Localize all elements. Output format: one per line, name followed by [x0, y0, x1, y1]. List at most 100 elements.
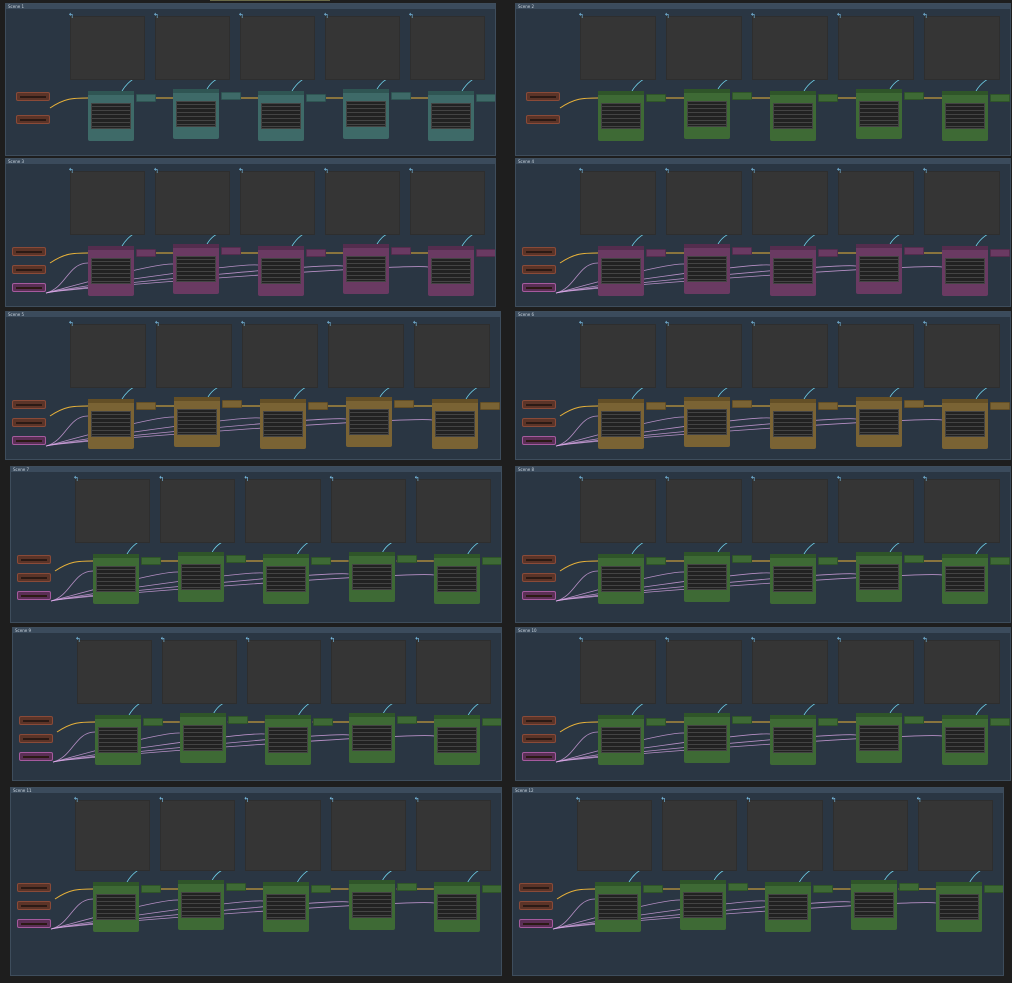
side-node[interactable]: [136, 94, 156, 102]
sampler-node[interactable]: [770, 399, 816, 449]
sampler-node[interactable]: [93, 554, 139, 604]
workflow-canvas[interactable]: Scene 1 ↰ ↰ ↰ ↰ ↰ Scene 2 ↰ ↰ ↰ ↰ ↰ Scene 3 ↰ ↰ ↰ ↰ ↰ Scen…: [0, 0, 1012, 983]
side-node[interactable]: [646, 402, 666, 410]
side-node[interactable]: [136, 249, 156, 257]
node-header[interactable]: [684, 713, 730, 717]
loader-node[interactable]: [12, 247, 46, 256]
sampler-node[interactable]: [684, 397, 730, 447]
node-header[interactable]: [942, 715, 988, 719]
side-node[interactable]: [476, 249, 495, 257]
node-header[interactable]: [684, 397, 730, 401]
sampler-node[interactable]: [346, 397, 392, 447]
workflow-group[interactable]: Scene 7 ↰ ↰ ↰ ↰ ↰: [10, 466, 502, 623]
node-header[interactable]: [856, 397, 902, 401]
loader-node[interactable]: [16, 115, 50, 124]
side-node[interactable]: [732, 400, 752, 408]
side-node[interactable]: [904, 92, 924, 100]
node-header[interactable]: [942, 554, 988, 558]
sampler-node[interactable]: [343, 89, 389, 139]
loader-node[interactable]: [17, 901, 51, 910]
sampler-node[interactable]: [88, 399, 134, 449]
side-node[interactable]: [476, 94, 495, 102]
node-header[interactable]: [263, 882, 310, 886]
workflow-group[interactable]: Scene 10 ↰ ↰ ↰ ↰ ↰: [515, 627, 1011, 781]
node-header[interactable]: [598, 246, 644, 250]
sampler-node[interactable]: [856, 89, 902, 139]
node-header[interactable]: [88, 399, 134, 403]
node-header[interactable]: [856, 89, 902, 93]
loader-node[interactable]: [522, 752, 556, 761]
node-header[interactable]: [432, 399, 478, 403]
node-header[interactable]: [770, 246, 816, 250]
sampler-node[interactable]: [348, 880, 395, 930]
side-node[interactable]: [306, 249, 326, 257]
node-header[interactable]: [343, 89, 389, 93]
sampler-node[interactable]: [856, 713, 902, 763]
side-node[interactable]: [646, 557, 666, 565]
loader-node[interactable]: [522, 555, 556, 564]
workflow-group[interactable]: Scene 2 ↰ ↰ ↰ ↰ ↰: [515, 3, 1011, 156]
side-node[interactable]: [990, 557, 1010, 565]
workflow-group[interactable]: Scene 3 ↰ ↰ ↰ ↰ ↰: [5, 158, 496, 307]
loader-node[interactable]: [522, 436, 556, 445]
node-header[interactable]: [88, 91, 134, 95]
sampler-node[interactable]: [343, 244, 389, 294]
side-node[interactable]: [221, 92, 241, 100]
node-header[interactable]: [173, 244, 219, 248]
side-node[interactable]: [480, 402, 500, 410]
node-header[interactable]: [770, 715, 816, 719]
sampler-node[interactable]: [173, 244, 219, 294]
node-header[interactable]: [680, 880, 727, 884]
loader-node[interactable]: [526, 115, 560, 124]
sampler-node[interactable]: [770, 715, 816, 765]
node-header[interactable]: [258, 91, 304, 95]
sampler-node[interactable]: [595, 882, 641, 932]
sampler-node[interactable]: [598, 91, 644, 141]
sampler-node[interactable]: [93, 882, 139, 932]
loader-node[interactable]: [522, 400, 556, 409]
loader-node[interactable]: [522, 716, 556, 725]
side-node[interactable]: [481, 557, 501, 565]
loader-node[interactable]: [17, 555, 51, 564]
sampler-node[interactable]: [433, 882, 480, 932]
side-node[interactable]: [904, 247, 924, 255]
side-node[interactable]: [983, 885, 1003, 893]
node-header[interactable]: [770, 399, 816, 403]
side-node[interactable]: [226, 555, 247, 563]
side-node[interactable]: [481, 885, 501, 893]
side-node[interactable]: [904, 400, 924, 408]
side-node[interactable]: [221, 247, 241, 255]
sampler-node[interactable]: [684, 244, 730, 294]
node-header[interactable]: [770, 554, 816, 558]
node-header[interactable]: [684, 552, 730, 556]
side-node[interactable]: [306, 94, 326, 102]
side-node[interactable]: [646, 94, 666, 102]
workflow-group[interactable]: Scene 9 ↰ ↰ ↰ ↰ ↰: [12, 627, 502, 781]
node-header[interactable]: [433, 882, 480, 886]
node-header[interactable]: [684, 89, 730, 93]
side-node[interactable]: [732, 247, 752, 255]
node-header[interactable]: [770, 91, 816, 95]
loader-node[interactable]: [12, 436, 46, 445]
side-node[interactable]: [143, 718, 163, 726]
side-node[interactable]: [818, 557, 838, 565]
node-header[interactable]: [856, 552, 902, 556]
node-header[interactable]: [598, 399, 644, 403]
node-header[interactable]: [428, 246, 474, 250]
sampler-node[interactable]: [598, 715, 644, 765]
sampler-node[interactable]: [770, 246, 816, 296]
sampler-node[interactable]: [428, 246, 474, 296]
loader-node[interactable]: [522, 734, 556, 743]
node-header[interactable]: [258, 246, 304, 250]
sampler-node[interactable]: [263, 882, 310, 932]
node-header[interactable]: [434, 715, 481, 719]
sampler-node[interactable]: [598, 399, 644, 449]
side-node[interactable]: [898, 883, 919, 891]
side-node[interactable]: [818, 94, 838, 102]
side-node[interactable]: [990, 718, 1010, 726]
side-node[interactable]: [990, 402, 1010, 410]
sampler-node[interactable]: [680, 880, 727, 930]
sampler-node[interactable]: [942, 91, 988, 141]
loader-node[interactable]: [522, 591, 556, 600]
side-node[interactable]: [904, 555, 924, 563]
